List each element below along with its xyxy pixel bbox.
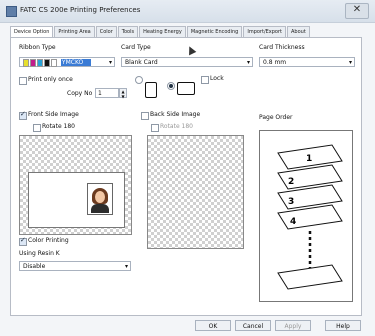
landscape-radio[interactable] (167, 82, 175, 90)
help-button[interactable]: Help (325, 320, 361, 331)
window-title: FATC CS 200e Printing Preferences (20, 6, 141, 14)
chevron-down-icon: ▾ (108, 59, 112, 66)
tab-printing-area[interactable]: Printing Area (54, 26, 95, 37)
back-side-image-checkbox[interactable] (141, 112, 149, 120)
copy-no-stepper[interactable]: ▲ ▼ (119, 88, 127, 99)
title-bar: FATC CS 200e Printing Preferences ✕ (0, 0, 375, 23)
print-only-once-label: Print only once (28, 76, 73, 83)
using-resin-k-value: Disable (23, 263, 46, 270)
printer-app-icon (6, 6, 17, 17)
ribbon-swatch (51, 58, 57, 67)
copy-no-value: 1 (98, 90, 102, 97)
ribbon-swatch (23, 58, 29, 67)
portrait-radio[interactable] (135, 76, 143, 84)
ribbon-swatch-icon (23, 58, 57, 67)
tab-tools[interactable]: Tools (117, 26, 139, 37)
copy-no-input[interactable]: 1 (95, 88, 119, 98)
page-order-label: Page Order (259, 114, 293, 121)
back-side-image-label: Back Side Image (150, 111, 201, 118)
tab-color[interactable]: Color (95, 26, 117, 37)
chevron-down-icon: ▾ (124, 263, 128, 270)
ribbon-type-select[interactable]: YMCKO ▾ (19, 57, 115, 67)
spin-down-icon: ▼ (121, 94, 125, 99)
page-order-preview: 1 2 3 4 (259, 130, 353, 302)
chevron-down-icon: ▾ (246, 59, 250, 66)
tab-about[interactable]: About (287, 26, 310, 37)
page-number-2: 2 (288, 177, 294, 187)
ribbon-swatch (44, 58, 50, 67)
back-preview (147, 135, 244, 249)
lock-label: Lock (210, 75, 224, 82)
front-side-image-checkbox[interactable] (19, 110, 27, 120)
card-thickness-label: Card Thickness (259, 44, 305, 51)
card-thickness-value: 0.8 mm (263, 59, 287, 66)
using-resin-k-select[interactable]: Disable ▾ (19, 261, 131, 271)
page-number-1: 1 (306, 154, 312, 164)
copy-no-label: Copy No (67, 90, 93, 97)
ribbon-type-label: Ribbon Type (19, 44, 56, 51)
ok-button[interactable]: OK (195, 320, 231, 331)
tab-heating-energy[interactable]: Heating Energy (139, 26, 186, 37)
ribbon-type-value: YMCKO (60, 59, 92, 66)
card-type-select[interactable]: Blank Card ▾ (121, 57, 253, 67)
print-only-once-checkbox[interactable] (19, 77, 27, 85)
portrait-photo (87, 183, 113, 215)
cancel-button[interactable]: Cancel (235, 320, 271, 331)
cursor-arrow-icon (185, 44, 197, 56)
card-type-label: Card Type (121, 44, 151, 51)
card-thickness-select[interactable]: 0.8 mm ▾ (259, 57, 355, 67)
printing-preferences-window: FATC CS 200e Printing Preferences ✕ Devi… (0, 0, 375, 336)
front-rotate-180-checkbox[interactable] (33, 124, 41, 132)
chevron-down-icon: ▾ (348, 59, 352, 66)
color-printing-label: Color Printing (28, 237, 69, 244)
page-order-diagram: 1 2 3 4 (277, 144, 343, 290)
color-printing-checkbox[interactable] (19, 236, 27, 246)
page-number-4: 4 (290, 217, 296, 227)
front-preview (19, 135, 132, 235)
front-card-preview (28, 172, 125, 228)
device-option-panel: Ribbon Type YMCKO ▾ Card Type Blank Card… (10, 37, 362, 316)
card-type-value: Blank Card (125, 59, 158, 66)
close-button[interactable]: ✕ (345, 3, 369, 19)
using-resin-k-label: Using Resin K (19, 250, 60, 257)
tab-import-export[interactable]: Import/Export (243, 26, 286, 37)
page-sheet (277, 264, 343, 290)
ribbon-swatch (30, 58, 36, 67)
front-side-image-label: Front Side Image (28, 111, 79, 118)
back-rotate-180-label: Rotate 180 (160, 123, 194, 130)
ribbon-swatch (37, 58, 43, 67)
apply-button[interactable]: Apply (275, 320, 311, 331)
front-rotate-180-label: Rotate 180 (42, 123, 76, 130)
tab-magnetic-encoding[interactable]: Magnetic Encoding (186, 26, 243, 37)
page-number-3: 3 (288, 197, 294, 207)
landscape-card-icon (177, 82, 195, 95)
portrait-card-icon (145, 82, 157, 98)
lock-checkbox[interactable] (201, 76, 209, 84)
back-rotate-180-checkbox[interactable] (151, 124, 159, 132)
